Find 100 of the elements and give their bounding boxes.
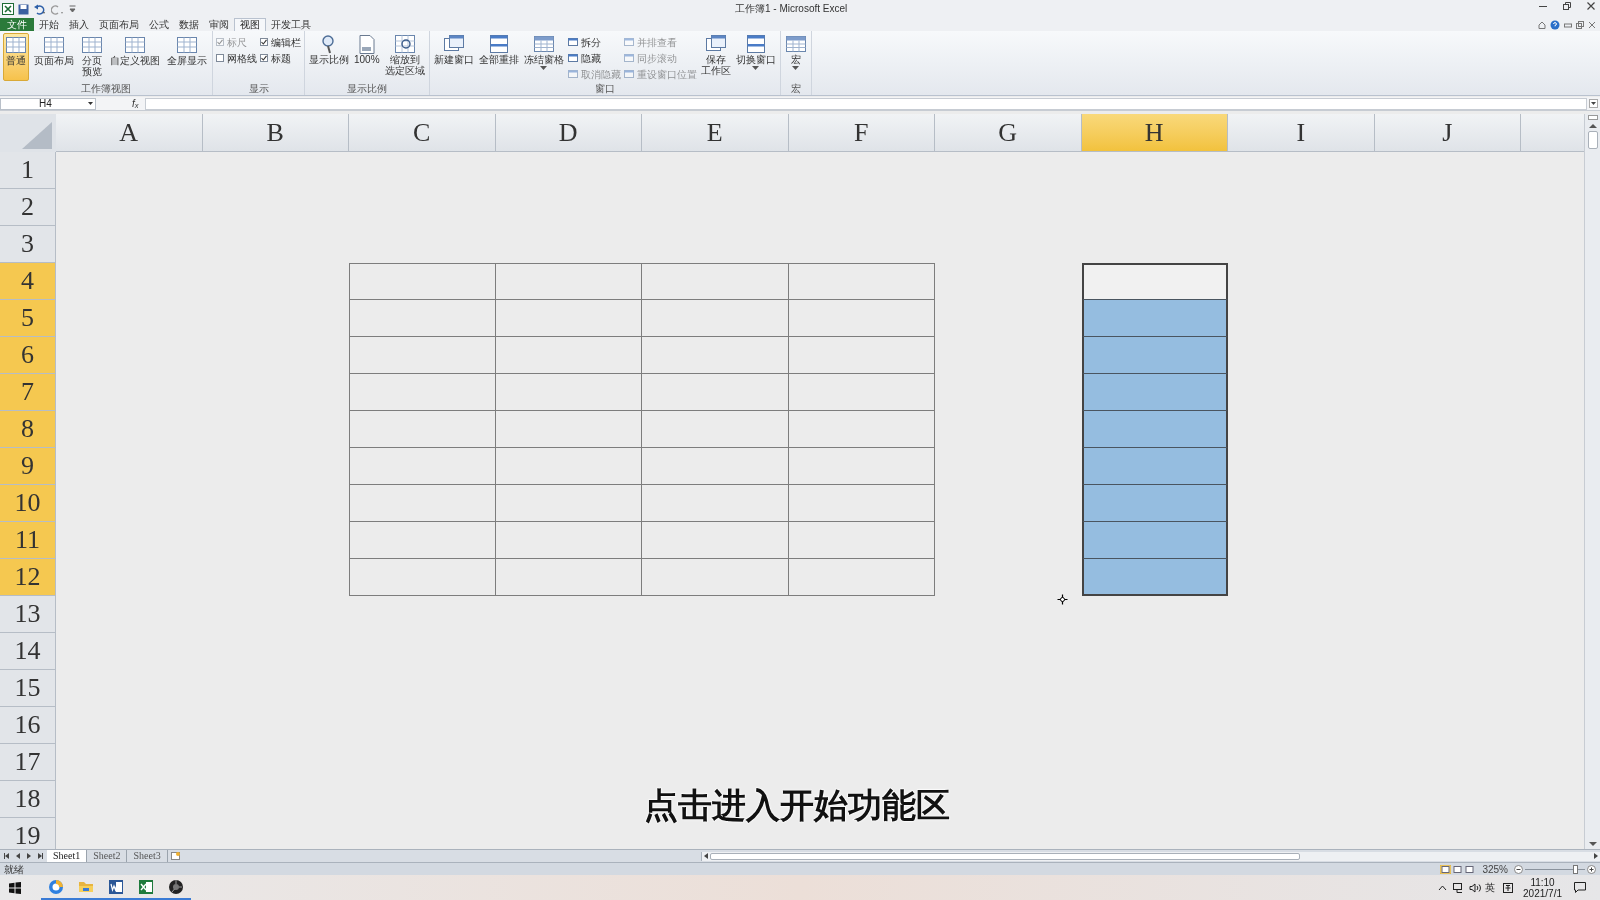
ribbon-button[interactable]: 缩放到 选定区域	[383, 33, 426, 81]
checkbox[interactable]: 网格线	[216, 52, 257, 64]
row-header[interactable]: 4	[0, 263, 56, 300]
spreadsheet-app-icon[interactable]	[2, 3, 14, 15]
network-icon[interactable]	[1453, 882, 1465, 893]
table-cell[interactable]	[788, 263, 935, 300]
table-cell[interactable]	[788, 522, 935, 559]
vertical-scrollbar[interactable]	[1584, 114, 1600, 849]
zoom-in-icon[interactable]	[1587, 864, 1596, 874]
column-header[interactable]: C	[349, 114, 496, 152]
table-cell[interactable]	[642, 374, 789, 411]
spreadsheet-app-icon[interactable]	[138, 878, 154, 895]
table-cell[interactable]	[495, 263, 642, 300]
column-header[interactable]: D	[495, 114, 642, 152]
scroll-down-icon[interactable]	[1588, 841, 1597, 847]
column-header[interactable]: J	[1374, 114, 1521, 152]
table-cell[interactable]	[349, 411, 496, 448]
function-button[interactable]: f$_{x}$	[132, 97, 139, 110]
zoom-slider[interactable]	[1525, 864, 1585, 874]
ribbon-button[interactable]: 普通	[3, 33, 29, 81]
normal-view-icon[interactable]	[1440, 864, 1452, 874]
table-cell[interactable]	[642, 263, 789, 300]
row-header[interactable]: 8	[0, 411, 56, 448]
page-break-icon[interactable]	[1464, 864, 1476, 874]
input-language-indicator[interactable]: 英	[1485, 880, 1496, 895]
ribbon-button[interactable]: 冻结窗格	[522, 33, 565, 81]
sheet-tab[interactable]: Sheet1	[47, 850, 88, 862]
chevron-up-icon[interactable]	[1438, 884, 1448, 891]
ribbon-button[interactable]: 宏	[783, 33, 808, 81]
table-cell[interactable]	[349, 559, 496, 596]
ribbon-button[interactable]: 页面布局	[32, 33, 76, 81]
table-cell[interactable]	[495, 559, 642, 596]
row-header[interactable]: 17	[0, 744, 56, 781]
table-cell[interactable]	[642, 448, 789, 485]
ribbon-button[interactable]: 分页 预览	[79, 33, 105, 81]
row-header[interactable]: 12	[0, 559, 56, 596]
scroll-thumb[interactable]	[709, 852, 1300, 860]
table-cell[interactable]	[642, 300, 789, 337]
home-icon[interactable]	[1538, 21, 1546, 29]
column-header[interactable]: F	[788, 114, 935, 152]
checkbox[interactable]: 标题	[260, 52, 301, 64]
ribbon-button[interactable]: 新建窗口	[432, 33, 475, 81]
ribbon-button[interactable]: 显示比例	[308, 33, 350, 81]
row-header[interactable]: 5	[0, 300, 56, 337]
redo-icon[interactable]	[51, 3, 65, 15]
table-cell[interactable]	[642, 411, 789, 448]
row-header[interactable]: 10	[0, 485, 56, 522]
horizontal-scrollbar[interactable]	[700, 851, 1600, 861]
minimize-icon[interactable]	[1564, 21, 1572, 29]
row-header[interactable]: 7	[0, 374, 56, 411]
table-cell[interactable]	[642, 522, 789, 559]
help-icon[interactable]	[1550, 20, 1560, 30]
windows-icon[interactable]	[9, 881, 21, 894]
restore-icon[interactable]	[1576, 21, 1584, 29]
row-header[interactable]: 19	[0, 818, 56, 849]
row-header[interactable]: 9	[0, 448, 56, 485]
table-cell[interactable]	[788, 411, 935, 448]
name-box[interactable]: H4	[0, 97, 96, 110]
table-cell[interactable]	[495, 522, 642, 559]
scroll-thumb[interactable]	[1587, 131, 1598, 149]
table-cell[interactable]	[495, 337, 642, 374]
table-cell[interactable]	[788, 374, 935, 411]
column-header[interactable]: B	[202, 114, 349, 152]
ribbon-tab[interactable]: 视图	[234, 18, 266, 31]
input-method-icon[interactable]	[1503, 882, 1514, 893]
table-cell[interactable]	[788, 559, 935, 596]
ribbon-tab[interactable]: 开始	[34, 18, 64, 31]
row-header[interactable]: 13	[0, 596, 56, 633]
insert-sheet-icon[interactable]	[170, 852, 181, 860]
table-cell[interactable]	[642, 337, 789, 374]
scroll-left-icon[interactable]	[14, 852, 22, 860]
ribbon-button[interactable]: 全屏显示	[165, 33, 209, 81]
column-header[interactable]: E	[642, 114, 789, 152]
row-header[interactable]: 3	[0, 226, 56, 263]
table-cell[interactable]	[642, 485, 789, 522]
split-handle-icon[interactable]	[1587, 115, 1598, 121]
ribbon-tab[interactable]: 文件	[0, 18, 34, 31]
column-header[interactable]: H	[1081, 114, 1228, 152]
ribbon-button[interactable]: 隐藏	[567, 52, 621, 64]
row-header[interactable]: 15	[0, 670, 56, 707]
table-cell[interactable]	[495, 411, 642, 448]
column-header[interactable]: A	[56, 114, 203, 152]
selected-cell[interactable]	[1081, 337, 1228, 374]
ribbon-button[interactable]: 保存 工作区	[699, 33, 732, 81]
formula-input-field[interactable]	[144, 97, 1587, 110]
scroll-up-icon[interactable]	[1588, 123, 1597, 129]
scroll-right-icon[interactable]	[36, 852, 44, 860]
selected-cell[interactable]	[1081, 448, 1228, 485]
ribbon-tab[interactable]: 开发工具	[266, 18, 316, 31]
table-cell[interactable]	[495, 300, 642, 337]
zoom-percentage[interactable]: 325%	[1482, 863, 1508, 875]
ribbon-tab[interactable]: 页面布局	[94, 18, 144, 31]
close-icon[interactable]	[1588, 21, 1596, 29]
table-cell[interactable]	[349, 337, 496, 374]
scroll-right-icon[interactable]	[1592, 852, 1600, 860]
selected-cell[interactable]	[1081, 300, 1228, 337]
volume-icon[interactable]	[1469, 882, 1482, 893]
selected-cell[interactable]	[1081, 559, 1228, 596]
table-cell[interactable]	[788, 337, 935, 374]
customize-caret-icon[interactable]	[69, 4, 76, 14]
